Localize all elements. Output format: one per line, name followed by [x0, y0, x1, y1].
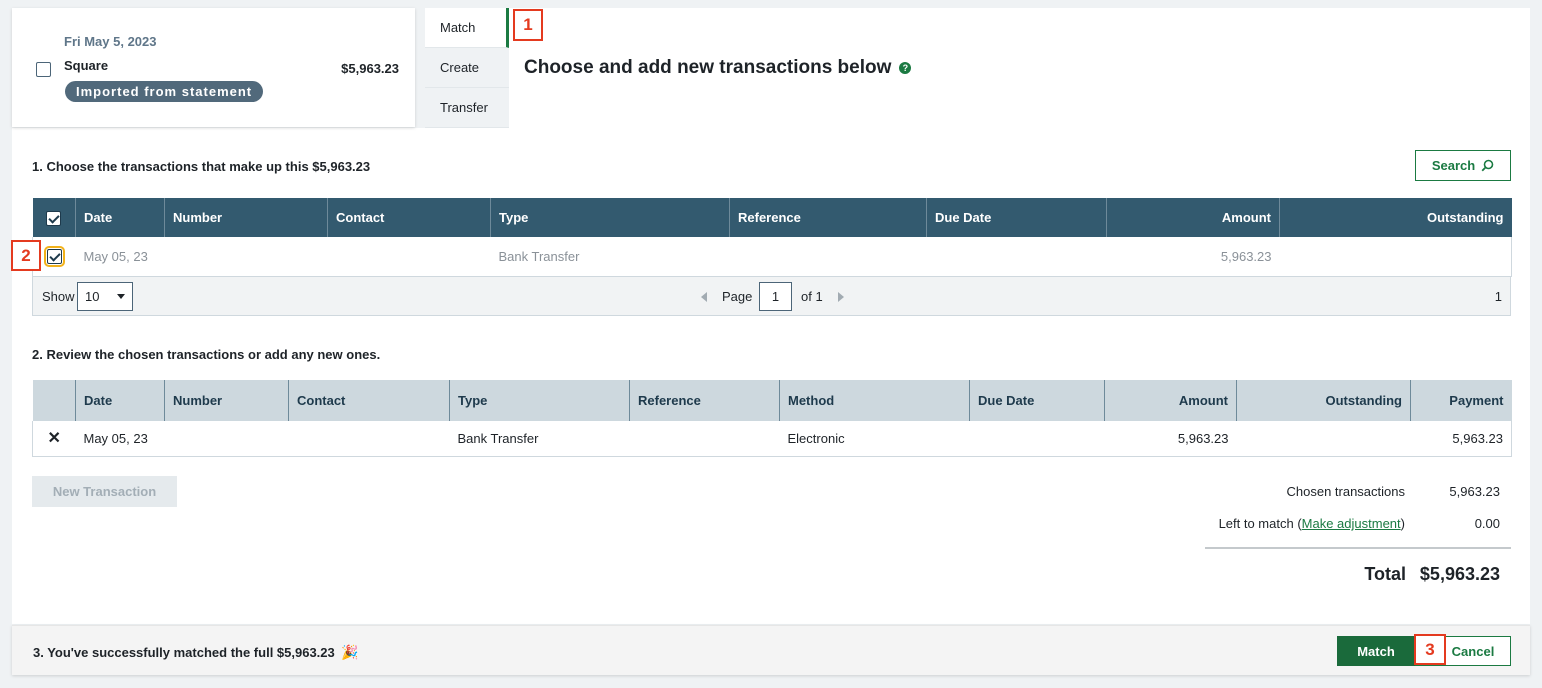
- pagination-bar: Show 10 Page 1 of 1 1: [32, 277, 1511, 316]
- summary-divider: [1205, 547, 1511, 549]
- column-header-due-date[interactable]: Due Date: [926, 198, 1107, 237]
- page-total-label: of 1: [801, 289, 823, 304]
- cell-number: [164, 237, 328, 277]
- tab-transfer[interactable]: Transfer: [425, 88, 509, 128]
- cell-amount: 5,963.23: [1106, 237, 1280, 277]
- search-button-label: Search: [1431, 158, 1476, 173]
- previous-page-icon[interactable]: [701, 292, 707, 302]
- remove-icon[interactable]: ✕: [32, 421, 76, 457]
- left-to-match-prefix: Left to match (: [1218, 516, 1302, 531]
- column-header-amount: Amount: [1104, 380, 1237, 421]
- next-page-icon[interactable]: [838, 292, 844, 302]
- column-header-payment: Payment: [1410, 380, 1512, 421]
- annotation-marker-3: 3: [1414, 634, 1446, 665]
- statement-line-card: Fri May 5, 2023 Square $5,963.23 Importe…: [12, 8, 415, 127]
- statement-checkbox[interactable]: [36, 62, 51, 77]
- select-all-checkbox[interactable]: [46, 210, 62, 226]
- column-header-number[interactable]: Number: [164, 198, 328, 237]
- match-footer: 3. You've successfully matched the full …: [12, 625, 1530, 675]
- make-adjustment-link[interactable]: Make adjustment: [1302, 516, 1401, 531]
- chosen-transactions-table: Date Number Contact Type Reference Metho…: [32, 380, 1512, 457]
- column-header-number: Number: [164, 380, 289, 421]
- cell-payment[interactable]: 5,963.23: [1410, 421, 1512, 457]
- cell-reference: [629, 421, 780, 457]
- left-to-match-label: Left to match (Make adjustment): [1219, 516, 1405, 531]
- cell-number: [164, 421, 289, 457]
- step3-label-text: 3. You've successfully matched the full …: [33, 645, 335, 660]
- cell-type: Bank Transfer: [490, 237, 730, 277]
- cell-contact: [327, 237, 491, 277]
- page-size-select[interactable]: 10: [77, 282, 133, 311]
- tab-create[interactable]: Create: [425, 48, 509, 88]
- column-header-outstanding[interactable]: Outstanding: [1279, 198, 1512, 237]
- column-header-outstanding: Outstanding: [1236, 380, 1411, 421]
- column-header-reference: Reference: [629, 380, 780, 421]
- page-title-text: Choose and add new transactions below: [524, 57, 892, 78]
- cell-outstanding: [1236, 421, 1411, 457]
- column-header-reference[interactable]: Reference: [729, 198, 927, 237]
- total-label: Total: [1364, 564, 1406, 584]
- search-icon: [1481, 159, 1494, 172]
- new-transaction-button[interactable]: New Transaction: [32, 476, 177, 507]
- show-label: Show: [42, 289, 75, 304]
- table-row: ✕ May 05, 23 Bank Transfer Electronic 5,…: [32, 421, 1512, 457]
- column-header-remove: [32, 380, 76, 421]
- table-row[interactable]: May 05, 23 Bank Transfer 5,963.23: [32, 237, 1512, 277]
- column-header-type: Type: [449, 380, 630, 421]
- step3-label: 3. You've successfully matched the full …: [33, 644, 359, 661]
- chevron-down-icon: [117, 294, 125, 299]
- page-size-value: 10: [85, 289, 100, 304]
- row-checkbox[interactable]: [43, 246, 65, 268]
- cell-due-date: [926, 237, 1107, 277]
- column-header-date: Date: [75, 380, 165, 421]
- column-header-amount[interactable]: Amount: [1106, 198, 1280, 237]
- cell-reference: [729, 237, 927, 277]
- help-icon[interactable]: ?: [899, 62, 912, 74]
- column-header-date[interactable]: Date: [75, 198, 165, 237]
- table-header-row: Date Number Contact Type Reference Due D…: [32, 198, 1512, 237]
- column-header-method: Method: [779, 380, 970, 421]
- chosen-transactions-label: Chosen transactions: [1286, 484, 1405, 499]
- search-button[interactable]: Search: [1415, 150, 1511, 181]
- select-all-checkbox-cell[interactable]: [32, 198, 76, 237]
- column-header-contact: Contact: [288, 380, 450, 421]
- statement-amount: $5,963.23: [341, 61, 399, 76]
- column-header-due-date: Due Date: [969, 380, 1105, 421]
- column-header-type[interactable]: Type: [490, 198, 730, 237]
- match-button[interactable]: Match: [1337, 636, 1415, 666]
- table-header-row: Date Number Contact Type Reference Metho…: [32, 380, 1512, 421]
- chosen-transactions-value: 5,963.23: [1449, 484, 1500, 499]
- statement-date: Fri May 5, 2023: [64, 34, 157, 49]
- cell-date: May 05, 23: [75, 421, 165, 457]
- tab-match[interactable]: Match: [425, 8, 509, 48]
- action-tabs: Match Create Transfer: [425, 8, 509, 128]
- result-count: 1: [1494, 289, 1502, 304]
- cell-due-date: [969, 421, 1105, 457]
- cell-contact: [288, 421, 450, 457]
- annotation-marker-1: 1: [513, 9, 543, 41]
- column-header-contact[interactable]: Contact: [327, 198, 491, 237]
- cell-date: May 05, 23: [75, 237, 165, 277]
- annotation-marker-2: 2: [11, 240, 41, 271]
- page-label: Page: [722, 289, 753, 304]
- left-to-match-suffix: ): [1400, 516, 1405, 531]
- available-transactions-table: Date Number Contact Type Reference Due D…: [32, 198, 1512, 277]
- cell-method: Electronic: [779, 421, 970, 457]
- total-value: $5,963.23: [1419, 564, 1500, 584]
- step2-label: 2. Review the chosen transactions or add…: [32, 347, 381, 362]
- cell-amount: 5,963.23: [1104, 421, 1237, 457]
- cell-type: Bank Transfer: [449, 421, 630, 457]
- page-number-input[interactable]: 1: [759, 282, 792, 311]
- party-popper-icon: 🎉: [341, 644, 359, 660]
- cell-outstanding: [1279, 237, 1512, 277]
- statement-payee: Square: [64, 58, 109, 73]
- step1-label: 1. Choose the transactions that make up …: [32, 159, 371, 174]
- left-to-match-value: 0.00: [1474, 516, 1500, 531]
- imported-badge: Imported from statement: [65, 81, 264, 102]
- page-title: Choose and add new transactions below?: [524, 57, 912, 79]
